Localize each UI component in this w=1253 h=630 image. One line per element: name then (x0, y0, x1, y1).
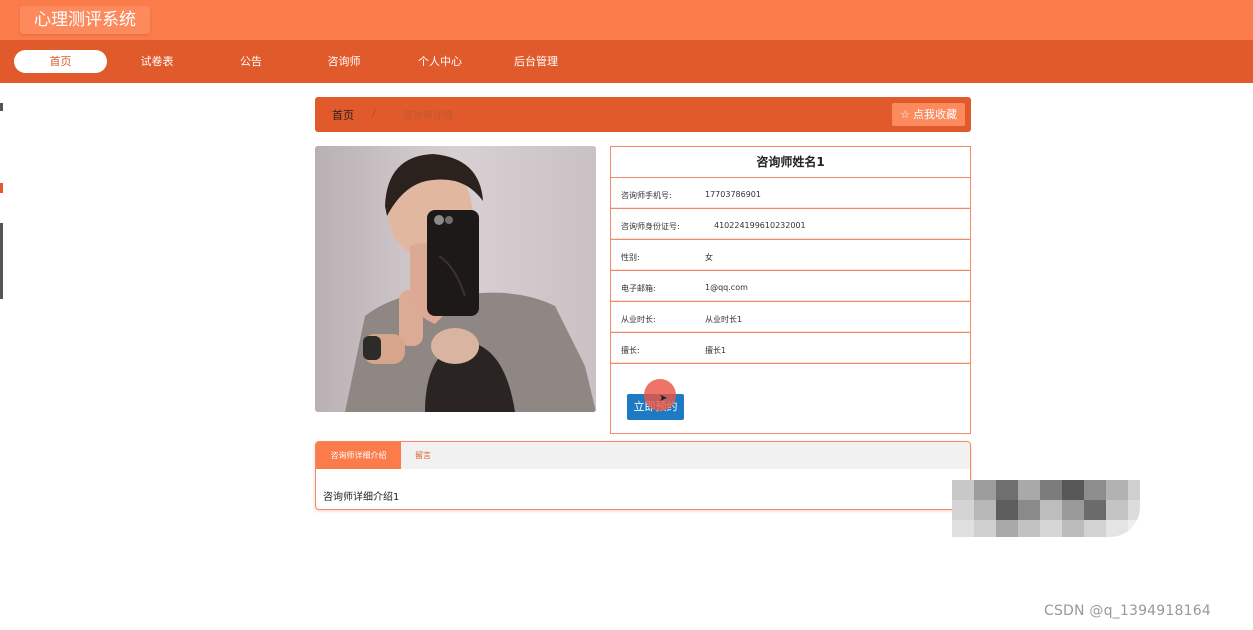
info-row-phone: 咨询师手机号: 17703786901 (611, 178, 970, 209)
tab-bar: 咨询师详细介绍 留言 (316, 442, 970, 469)
info-label: 咨询师身份证号: (621, 222, 680, 231)
info-label: 性别: (621, 253, 640, 262)
info-row-gender: 性别: 女 (611, 240, 970, 271)
mouse-cursor-icon: ➤ (659, 393, 668, 404)
breadcrumb-separator: / (372, 107, 376, 120)
counselor-name: 咨询师姓名1 (611, 147, 970, 178)
app-title[interactable]: 心理测评系统 (20, 6, 150, 34)
info-row-specialty: 擅长: 擅长1 (611, 333, 970, 364)
pixelated-overlay (952, 480, 1140, 537)
detail-tabs: 咨询师详细介绍 留言 咨询师详细介绍1 (315, 441, 971, 510)
info-label: 擅长: (621, 346, 640, 355)
window-edge (0, 83, 3, 630)
person-photo-illustration (315, 146, 596, 412)
breadcrumb-home[interactable]: 首页 (332, 107, 354, 123)
breadcrumb-current: 咨询师详情 (403, 111, 453, 122)
counselor-photo (315, 146, 596, 412)
tab-messages[interactable]: 留言 (408, 442, 438, 469)
nav-item-counselors[interactable]: 咨询师 (312, 50, 376, 73)
top-header: 心理测评系统 (0, 0, 1253, 40)
breadcrumb-bar: 首页 / 咨询师详情 ☆ 点我收藏 (315, 97, 971, 132)
info-label: 从业时长: (621, 315, 656, 324)
info-value: 17703786901 (705, 190, 761, 199)
info-row-experience: 从业时长: 从业时长1 (611, 302, 970, 333)
info-row-id-number: 咨询师身份证号: 410224199610232001 (611, 209, 970, 240)
nav-item-admin[interactable]: 后台管理 (503, 50, 569, 73)
info-label: 电子邮箱: (621, 284, 656, 293)
favorite-label: 点我收藏 (913, 108, 957, 121)
nav-item-personal-center[interactable]: 个人中心 (406, 50, 474, 73)
watermark: CSDN @q_1394918164 (1044, 603, 1211, 619)
tab-content: 咨询师详细介绍1 (323, 492, 400, 503)
info-row-email: 电子邮箱: 1@qq.com (611, 271, 970, 302)
nav-item-exam-papers[interactable]: 试卷表 (125, 50, 189, 73)
info-value: 从业时长1 (705, 315, 743, 324)
info-value: 410224199610232001 (714, 221, 806, 230)
nav-item-home[interactable]: 首页 (14, 50, 107, 73)
favorite-button[interactable]: ☆ 点我收藏 (892, 103, 965, 126)
info-value: 女 (705, 253, 713, 262)
counselor-info-card: 咨询师姓名1 咨询师手机号: 17703786901 咨询师身份证号: 4102… (610, 146, 971, 434)
info-label: 咨询师手机号: (621, 191, 672, 200)
info-value: 擅长1 (705, 346, 727, 355)
nav-item-announcements[interactable]: 公告 (219, 50, 283, 73)
main-nav: 首页 试卷表 公告 咨询师 个人中心 后台管理 (0, 40, 1253, 83)
star-icon: ☆ (900, 108, 910, 121)
info-value: 1@qq.com (705, 283, 748, 292)
tab-counselor-details[interactable]: 咨询师详细介绍 (316, 442, 401, 469)
